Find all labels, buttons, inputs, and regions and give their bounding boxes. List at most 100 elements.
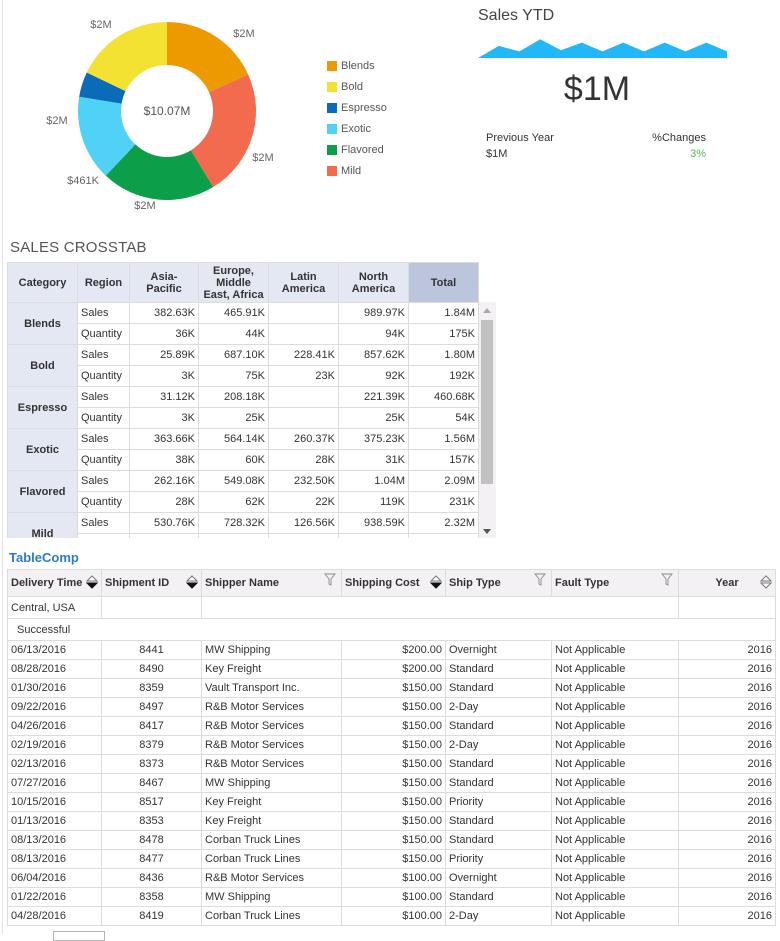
column-header-ship-type[interactable]: Ship Type [445,569,552,597]
legend-item-bold[interactable]: Bold [327,76,387,97]
cell-shipment-id: 8353 [101,811,202,831]
crosstab-cell: 157K [408,449,479,471]
scrollbar-thumb[interactable] [481,320,493,484]
group-status-label: Successful [7,618,776,641]
cell-delivery-time: 08/28/2016 [7,659,102,679]
crosstab-category: Espresso [7,386,78,429]
crosstab-measure: Sales [77,344,130,366]
crosstab-measure: Quantity [77,365,130,387]
cell-ship-type: 2-Day [445,697,552,717]
legend-item-exotic[interactable]: Exotic [327,118,387,139]
table-row[interactable]: 04/28/2016 8419 Corban Truck Lines $100.00 2… [7,906,776,926]
crosstab-cell: 208.18K [198,386,269,408]
sort-icon[interactable] [85,574,99,590]
column-header-year[interactable]: Year [678,569,776,597]
legend-label: Flavored [341,143,384,156]
sort-icon[interactable] [429,574,443,590]
crosstab-measure: Sales [77,428,130,450]
crosstab-table: Category Region Asia-Pacific Europe, Mid… [7,262,479,538]
cell-shipper-name: Key Freight [201,659,342,679]
cell-year: 2016 [678,792,776,812]
crosstab-cell: 25K [198,407,269,429]
crosstab-measure: Quantity [77,407,130,429]
crosstab-cell: 31.12K [129,386,199,408]
crosstab-cell: 119K [338,491,409,513]
column-header-shipping-cost[interactable]: Shipping Cost [341,569,446,597]
filter-icon[interactable] [661,573,673,586]
table-row[interactable]: 01/30/2016 8359 Vault Transport Inc. $150.0… [7,678,776,698]
column-header-delivery-time[interactable]: Delivery Time [7,569,102,597]
cell-shipping-cost: $150.00 [341,811,446,831]
tablecomp-header-row: Delivery Time Shipment ID Shipper Name Ship… [7,569,776,597]
crosstab-cell: 549.08K [198,470,269,492]
column-header-shipper-name[interactable]: Shipper Name [201,569,342,597]
legend-item-flavored[interactable]: Flavored [327,139,387,160]
header-category: Category [7,262,78,303]
previous-year-label: Previous Year [486,132,554,144]
crosstab-category: Bold [7,344,78,387]
legend-item-mild[interactable]: Mild [327,160,387,181]
sort-icon[interactable] [759,574,773,590]
cell-year: 2016 [678,716,776,736]
table-row[interactable]: 04/26/2016 8417 R&B Motor Services $150.00 S… [7,716,776,736]
column-header-shipment-id[interactable]: Shipment ID [101,569,202,597]
table-row[interactable]: 01/22/2016 8358 MW Shipping $100.00 Standard… [7,887,776,907]
cell-year: 2016 [678,830,776,850]
table-row[interactable]: 08/13/2016 8478 Corban Truck Lines $150.00 S… [7,830,776,850]
scroll-down-arrow-icon[interactable] [483,529,491,534]
crosstab-cell: 465.91K [198,302,269,324]
table-row[interactable]: 09/22/2016 8497 R&B Motor Services $150.00 2… [7,697,776,717]
cell-fault-type: Not Applicable [551,659,679,679]
donut-label-blends: $2M [90,19,111,31]
crosstab-cell: 75K [198,365,269,387]
cell-delivery-time: 10/15/2016 [7,792,102,812]
cell-shipment-id: 8358 [101,887,202,907]
crosstab-measure: Quantity [77,533,130,538]
crosstab-cell: 938.59K [338,512,409,534]
column-header-fault-type[interactable]: Fault Type [551,569,679,597]
cell-shipping-cost: $150.00 [341,754,446,774]
page-number-input[interactable] [53,931,105,941]
crosstab-measure: Sales [77,470,130,492]
crosstab-scrollbar[interactable] [479,302,496,538]
crosstab-row: Quantity [8,533,479,538]
scroll-up-arrow-icon[interactable] [483,308,491,313]
filter-icon[interactable] [534,573,546,586]
table-row[interactable]: 08/13/2016 8477 Corban Truck Lines $150.00 P… [7,849,776,869]
legend-item-espresso[interactable]: Espresso [327,97,387,118]
cell-ship-type: 2-Day [445,735,552,755]
column-header-label: Ship Type [449,577,501,590]
column-header-label: Year [715,577,739,590]
cell-fault-type: Not Applicable [551,849,679,869]
table-row[interactable]: 10/15/2016 8517 Key Freight $150.00 Priority… [7,792,776,812]
crosstab-cell: 62K [198,491,269,513]
cell-ship-type: Priority [445,792,552,812]
cell-shipping-cost: $150.00 [341,792,446,812]
crosstab-cell: 2.09M [408,470,479,492]
crosstab-cell: 460.68K [408,386,479,408]
table-row[interactable]: 06/04/2016 8436 R&B Motor Services $100.00 O… [7,868,776,888]
group-empty-cell [101,596,202,619]
cell-fault-type: Not Applicable [551,792,679,812]
crosstab-row: Exotic Sales 363.66K 564.14K 260.37K 375.23K 1… [7,428,479,471]
cell-year: 2016 [678,697,776,717]
table-row[interactable]: 07/27/2016 8467 MW Shipping $150.00 Standard… [7,773,776,793]
table-row[interactable]: 02/13/2016 8373 R&B Motor Services $150.00 S… [7,754,776,774]
filter-icon[interactable] [324,573,336,586]
column-header-label: Shipper Name [205,577,279,590]
sort-icon[interactable] [185,574,199,590]
table-row[interactable]: 08/28/2016 8490 Key Freight $200.00 Standard… [7,659,776,679]
legend-item-blends[interactable]: Blends [327,55,387,76]
legend-swatch [327,123,337,134]
crosstab-row: Quantity 36K 44K 94K 175K [8,323,479,345]
cell-ship-type: Standard [445,887,552,907]
tablecomp-title: TableComp [9,550,79,565]
crosstab-measure: Sales [77,302,130,324]
table-row[interactable]: 02/19/2016 8379 R&B Motor Services $150.00 2… [7,735,776,755]
table-row[interactable]: 01/13/2016 8353 Key Freight $150.00 Standard… [7,811,776,831]
crosstab-measure: Sales [77,512,130,534]
table-row[interactable]: 06/13/2016 8441 MW Shipping $200.00 Overnigh… [7,640,776,660]
crosstab-header-row: Category Region Asia-Pacific Europe, Mid… [7,262,479,303]
cell-fault-type: Not Applicable [551,754,679,774]
crosstab-title: SALES CROSSTAB [10,239,147,256]
